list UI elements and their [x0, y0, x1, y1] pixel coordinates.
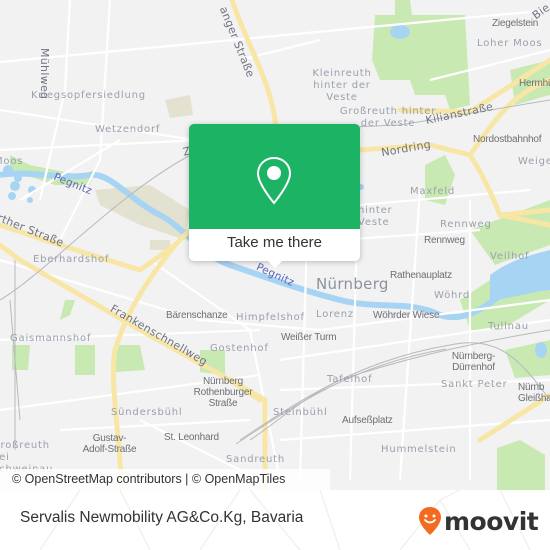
moovit-logo[interactable]: moovit	[418, 506, 539, 536]
map-attribution: © OpenStreetMap contributors | © OpenMap…	[0, 469, 330, 490]
district-label: Hummelstein	[381, 444, 457, 455]
poi-label: Aufseßplatz	[342, 415, 393, 426]
poi-label: Nordostbahnhof	[473, 134, 542, 145]
district-label: Tullnau	[488, 321, 529, 332]
moovit-logo-text: moovit	[444, 506, 539, 536]
poi-label: Nürnberg-Dürrenhof	[451, 351, 496, 373]
district-label: Steinbühl	[273, 407, 328, 418]
district-label: Gaismannshof	[10, 333, 92, 344]
district-label: hinter Veste	[358, 205, 393, 228]
district-label: Sündersbühl	[111, 407, 183, 418]
district-label: Kleinreuth hinter der Veste	[297, 68, 387, 104]
location-title: Servalis Newmobility AG&Co.Kg, Bavaria	[20, 509, 304, 526]
district-label: Lorenz	[316, 309, 354, 320]
poi-label: Ziegelstein	[492, 18, 539, 29]
poi-label: Nürnberg Rothenburger Straße	[193, 376, 253, 409]
district-label-text: Kleinreuth hinter der Veste	[312, 68, 372, 103]
city-label-nurnberg: Nürnberg	[316, 275, 389, 293]
poi-label: Rathenauplatz	[390, 270, 452, 281]
district-label: Moos	[0, 156, 24, 167]
map-view[interactable]: Mühlweg anger Straße Kilianstraße Nordri…	[0, 0, 550, 490]
map-pin-icon	[256, 156, 292, 205]
poi-label: Nürnb Gleißha	[518, 382, 550, 404]
district-label: Maxfeld	[410, 186, 456, 197]
poi-label: Weißer Turm	[281, 332, 337, 343]
poi-label: St. Leonhard	[164, 432, 219, 443]
poi-label: Rennweg	[424, 235, 465, 246]
district-label: Loher Moos	[477, 38, 543, 49]
district-label: Veilhof	[490, 251, 530, 262]
popup-pointer	[267, 260, 283, 268]
poi-label: Wöhrder Wiese	[373, 310, 440, 321]
district-label: Kriegsopfersiedlung	[31, 90, 146, 101]
district-label: Tafelhof	[327, 374, 373, 385]
take-me-there-button[interactable]: Take me there	[189, 229, 360, 261]
poi-label: Gustav-Adolf-Straße	[82, 433, 137, 455]
district-label: Wöhrd	[434, 290, 471, 301]
district-label: Eberhardshof	[33, 254, 110, 265]
district-label: Rennweg	[440, 219, 492, 230]
location-popup: Take me there	[189, 124, 360, 268]
district-label: Sankt Peter	[441, 379, 508, 390]
district-label: Wetzendorf	[95, 124, 161, 135]
district-label: Weige	[518, 156, 550, 167]
moovit-logo-icon	[419, 507, 441, 535]
district-label: Himpfelshof	[236, 312, 305, 323]
district-label: Gostenhof	[210, 343, 269, 354]
popup-header	[189, 124, 360, 229]
poi-label: Hermhü	[519, 78, 550, 89]
district-label: Sandreuth	[226, 454, 286, 465]
poi-label: Bärenschanze	[166, 310, 228, 321]
